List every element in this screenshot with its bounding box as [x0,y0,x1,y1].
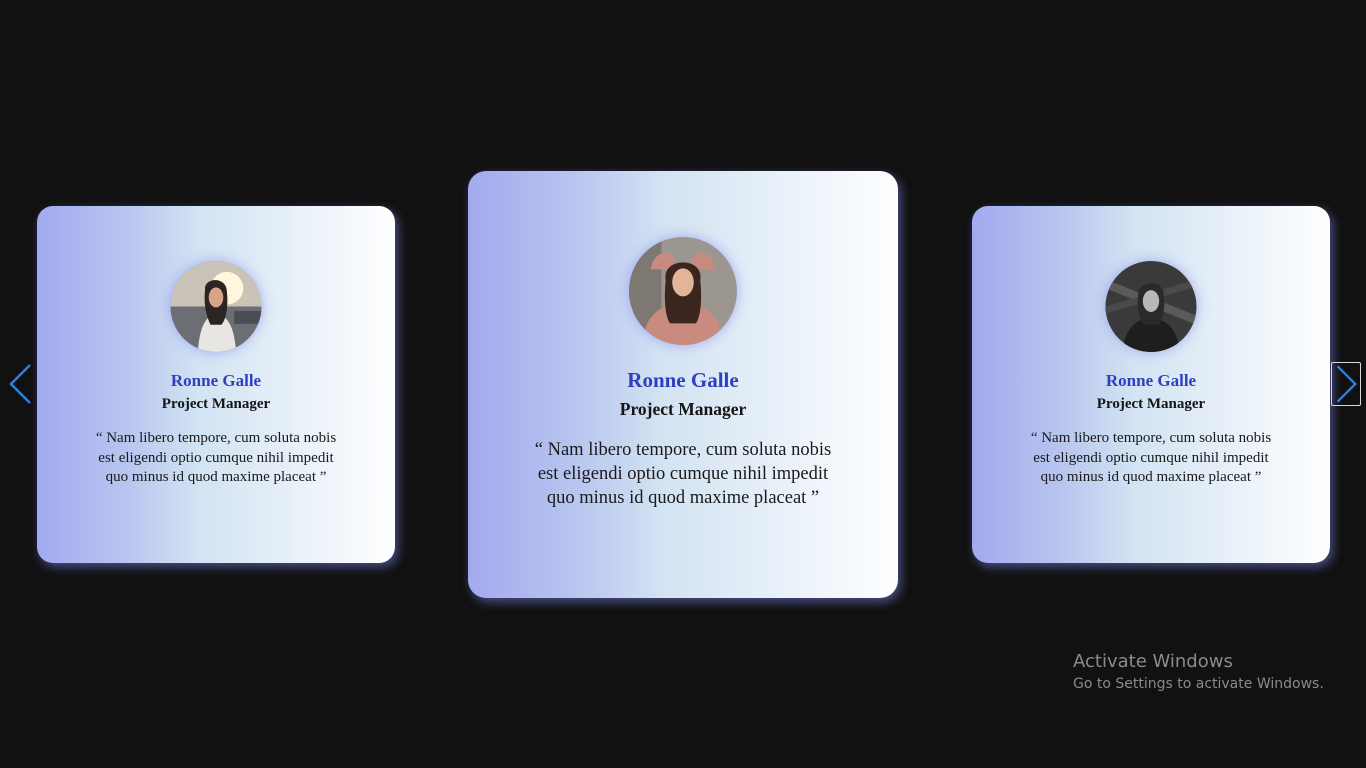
avatar [629,237,737,345]
avatar-photo-pink-sweater [629,237,737,345]
windows-activation-watermark: Activate Windows Go to Settings to activ… [1073,650,1324,694]
avatar-photo-street [170,261,262,352]
avatar [1105,261,1197,352]
avatar [170,261,262,352]
testimonial-card-center[interactable]: Ronne Galle Project Manager “ Nam libero… [468,171,898,598]
next-slide-button[interactable] [1331,362,1361,406]
testimonial-card-left[interactable]: Ronne Galle Project Manager “ Nam libero… [37,206,395,563]
person-name: Ronne Galle [1105,371,1197,390]
chevron-right-icon [1336,365,1357,403]
chevron-left-icon [9,364,31,404]
testimonial-quote: “ Nam libero tempore, cum soluta nobis e… [95,430,337,485]
watermark-subtitle: Go to Settings to activate Windows. [1073,676,1324,692]
person-role: Project Manager [619,399,747,419]
person-name: Ronne Galle [170,371,262,390]
person-role: Project Manager [161,396,271,412]
testimonial-slider: Ronne Galle Project Manager “ Nam libero… [0,0,1366,768]
previous-slide-button[interactable] [6,362,36,406]
person-name: Ronne Galle [627,368,739,392]
watermark-title: Activate Windows [1073,651,1233,672]
testimonial-quote: “ Nam libero tempore, cum soluta nobis e… [1030,430,1272,485]
testimonial-card-right[interactable]: Ronne Galle Project Manager “ Nam libero… [972,206,1330,563]
avatar-photo-black-white [1105,261,1197,352]
person-role: Project Manager [1096,396,1206,412]
testimonial-quote: “ Nam libero tempore, cum soluta nobis e… [534,440,832,509]
